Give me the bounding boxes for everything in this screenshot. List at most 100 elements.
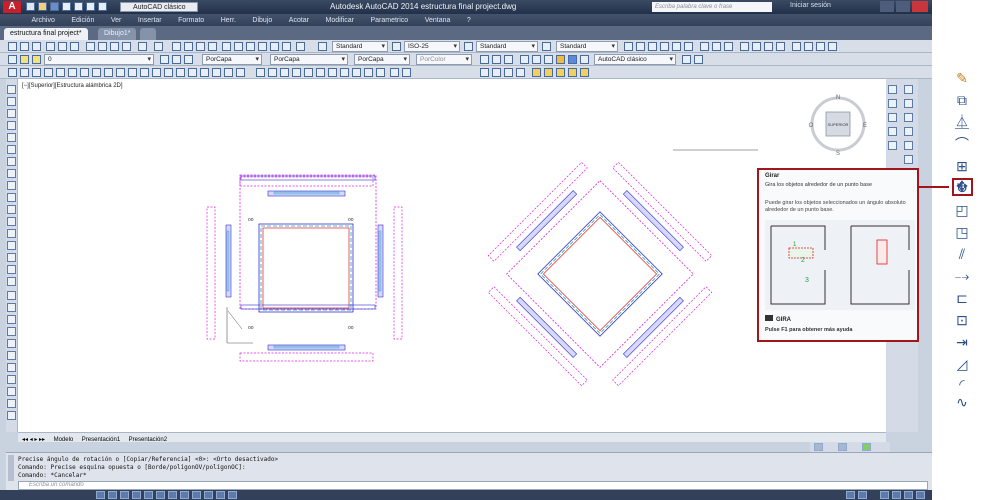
workspace-icon[interactable] [580,55,589,64]
construction-line-icon[interactable] [7,97,16,106]
transparency-icon[interactable] [228,491,237,499]
dim-edit-icon[interactable] [504,68,513,77]
spline-icon[interactable] [7,181,16,190]
new-tab-button[interactable] [140,28,156,40]
viewcube-east[interactable]: E [863,123,867,129]
mtext-icon[interactable] [7,277,16,286]
insert-block-icon[interactable] [7,205,16,214]
search-input[interactable]: Escriba palabra clave o frase [652,2,772,12]
array-icon[interactable]: ⊞ [953,157,971,175]
ellipse-arc-icon[interactable] [128,68,137,77]
structure-right[interactable] [470,144,730,404]
redo-icon[interactable] [154,42,163,51]
zoom-extents-icon[interactable] [888,113,897,122]
arc-icon[interactable] [7,145,16,154]
copy-icon[interactable] [7,303,16,312]
fillet-icon[interactable]: ◜ [953,375,971,393]
ucs-previous-icon[interactable] [504,55,513,64]
visual-conceptual-icon[interactable] [568,55,577,64]
color-select[interactable]: PorCapa [202,54,262,65]
workspace-settings-icon[interactable] [682,55,691,64]
center-mark-icon[interactable] [402,68,411,77]
inspection-icon[interactable] [480,68,489,77]
arc-icon[interactable] [68,68,77,77]
zoom-previous-icon[interactable] [208,42,217,51]
text-style-select[interactable]: Standard [332,41,388,52]
solid-cylinder-icon[interactable] [764,42,773,51]
region-icon[interactable] [200,68,209,77]
table-style-select[interactable]: Standard [476,41,538,52]
ortho-mode-icon[interactable] [132,491,141,499]
render-icon[interactable] [700,42,709,51]
layer-properties-icon[interactable] [8,55,17,64]
linetype-select[interactable]: PorCapa [270,54,348,65]
stretch-icon[interactable]: ◳ [953,223,971,241]
layout-nav-buttons[interactable]: ◂◂ ◂ ▸ ▸▸ [18,437,48,443]
spline-icon[interactable] [104,68,113,77]
line-icon[interactable] [8,68,17,77]
new-icon[interactable] [26,2,35,11]
offset-icon[interactable]: ⌒ [953,135,971,153]
make-current-icon[interactable] [160,55,169,64]
polyline-icon[interactable] [32,68,41,77]
plotstyle-select[interactable]: PorColor [416,54,472,65]
open-icon[interactable] [38,2,47,11]
orbit-icon[interactable] [888,127,897,136]
scale-icon[interactable]: ◰ [953,201,971,219]
sheet-set-icon[interactable] [258,42,267,51]
group-bounding-icon[interactable] [580,68,589,77]
pan-icon[interactable] [172,42,181,51]
tool-palettes-icon[interactable] [246,42,255,51]
fly-icon[interactable] [684,42,693,51]
text-style-icon[interactable] [318,42,327,51]
group-edit-icon[interactable] [556,68,565,77]
lineweight-icon[interactable] [216,491,225,499]
material-icon[interactable] [724,42,733,51]
copy-icon[interactable]: ⧉ [953,91,971,109]
point-icon[interactable] [164,68,173,77]
circle-icon[interactable] [80,68,89,77]
structure-left[interactable]: oo oo oo oo [206,174,403,362]
dim-aligned-icon[interactable] [268,68,277,77]
drawing-canvas[interactable]: oo oo oo oo SUPERIOR N S E O [18,79,886,432]
workspace-save-icon[interactable] [694,55,703,64]
dim-space-icon[interactable] [376,68,385,77]
gradient-icon[interactable] [7,253,16,262]
pan-icon[interactable] [888,99,897,108]
erase-icon[interactable] [7,291,16,300]
snap-mode-icon[interactable] [108,491,117,499]
new-icon[interactable] [8,42,17,51]
revision-cloud-icon[interactable] [92,68,101,77]
quick-view-icon[interactable] [858,491,867,499]
visual-3d-icon[interactable] [532,55,541,64]
polyline-icon[interactable] [7,109,16,118]
tab-estructura[interactable]: estructura final project* [4,28,88,40]
table-icon[interactable] [7,265,16,274]
circle-icon[interactable] [7,157,16,166]
annotation-visibility-icon[interactable] [838,443,847,451]
infer-constraints-icon[interactable] [96,491,105,499]
isolate-objects-icon[interactable] [892,491,901,499]
plot-icon[interactable] [74,2,83,11]
erase-icon[interactable]: ✎ [953,69,971,87]
layer-on-icon[interactable] [20,55,29,64]
save-as-icon[interactable] [62,2,71,11]
stretch-icon[interactable] [7,387,16,396]
array-icon[interactable] [7,339,16,348]
mirror-icon[interactable] [904,113,913,122]
array-icon[interactable] [904,141,913,150]
ungroup-icon[interactable] [544,68,553,77]
erase-icon[interactable] [904,85,913,94]
tab-modelo[interactable]: Modelo [51,437,77,443]
visual-2d-icon[interactable] [520,55,529,64]
layer-match-icon[interactable] [184,55,193,64]
viewcube-west[interactable]: O [809,123,814,129]
visual-realistic-icon[interactable] [556,55,565,64]
revision-cloud-icon[interactable] [7,169,16,178]
hatch-icon[interactable] [176,68,185,77]
dim-style-icon[interactable] [392,42,401,51]
subtract-icon[interactable] [828,42,837,51]
move-icon[interactable] [904,155,913,164]
dim-continue-icon[interactable] [364,68,373,77]
layer-freeze-icon[interactable] [32,55,41,64]
